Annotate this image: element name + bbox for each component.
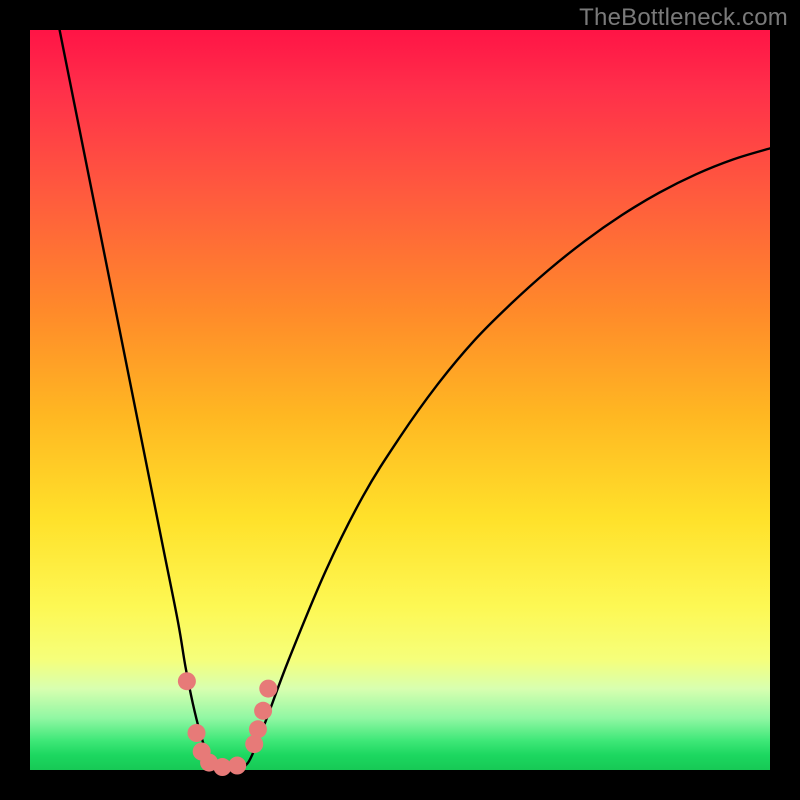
bottleneck-curve-svg [30, 30, 770, 770]
bottleneck-curve [60, 30, 770, 770]
watermark: TheBottleneck.com [579, 4, 788, 32]
curve-marker [259, 680, 277, 698]
chart-frame: TheBottleneck.com [0, 0, 800, 800]
plot-area [30, 30, 770, 770]
curve-marker [188, 724, 206, 742]
curve-marker [254, 702, 272, 720]
curve-markers [178, 672, 277, 776]
curve-marker [228, 757, 246, 775]
curve-marker [178, 672, 196, 690]
curve-marker [249, 720, 267, 738]
